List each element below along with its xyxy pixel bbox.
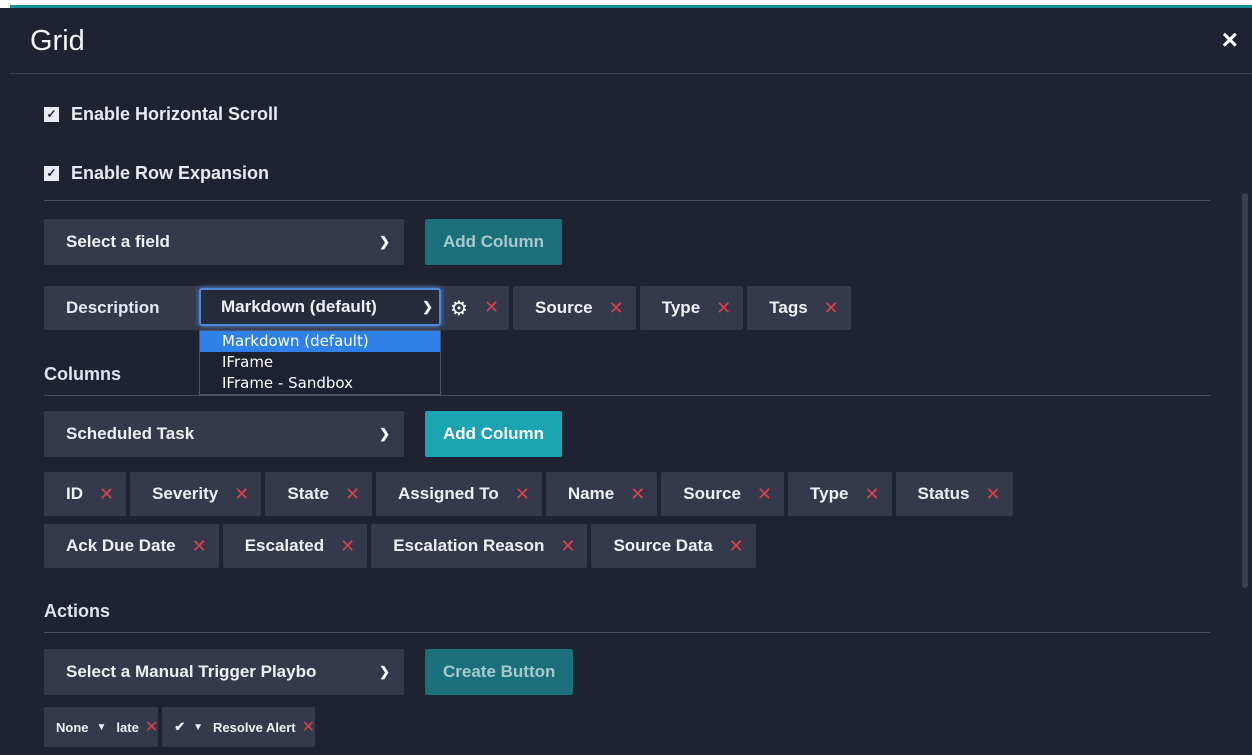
- action-chips: None ▼ late ✕ ✔ ▼ Resolve Alert ✕: [44, 707, 316, 747]
- column-chip: Severity ✕: [130, 472, 262, 516]
- expansion-chip-type: Type ✕: [639, 286, 744, 330]
- column-chip: ID ✕: [44, 472, 127, 516]
- chip-label: Type: [810, 484, 849, 503]
- remove-icon[interactable]: ✕: [484, 297, 499, 318]
- column-chip: Assigned To ✕: [376, 472, 542, 516]
- chip-label: Source: [535, 298, 593, 317]
- action-label: Resolve Alert: [213, 719, 296, 735]
- remove-icon[interactable]: ✕: [824, 298, 839, 319]
- row-expansion-checkbox[interactable]: ✓: [44, 166, 59, 181]
- remove-icon[interactable]: ✕: [340, 536, 355, 557]
- row-expansion-label: Enable Row Expansion: [71, 163, 270, 183]
- playbook-select[interactable]: Select a Manual Trigger Playbo ❯: [44, 649, 404, 695]
- remove-icon[interactable]: ✕: [716, 298, 731, 319]
- remove-icon[interactable]: ✕: [757, 484, 772, 505]
- chip-label: Tags: [769, 298, 808, 317]
- remove-icon[interactable]: ✕: [99, 484, 114, 505]
- column-chip: Name ✕: [545, 472, 658, 516]
- close-icon[interactable]: ×: [1222, 24, 1238, 56]
- remove-icon[interactable]: ✕: [345, 484, 360, 505]
- format-option-iframe-sandbox[interactable]: IFrame - Sandbox: [200, 373, 440, 394]
- column-chip: Source Data ✕: [591, 524, 756, 568]
- expansion-add-column-button[interactable]: Add Column: [425, 219, 563, 265]
- column-chip: Escalated ✕: [222, 524, 368, 568]
- remove-icon[interactable]: ✕: [192, 536, 207, 557]
- expansion-chip-source: Source ✕: [513, 286, 636, 330]
- expansion-field-select[interactable]: Select a field ❯: [44, 219, 404, 265]
- expansion-chips: Source ✕ Type ✕ Tags ✕: [513, 286, 851, 330]
- expansion-chip-tags: Tags ✕: [747, 286, 851, 330]
- horizontal-scroll-checkbox[interactable]: ✓: [44, 107, 59, 122]
- columns-section-label: Columns: [44, 364, 122, 384]
- remove-icon[interactable]: ✕: [986, 484, 1001, 505]
- row-expansion-option[interactable]: ✓ Enable Row Expansion: [44, 163, 269, 184]
- chip-label: ID: [66, 484, 83, 503]
- playbook-select-value: Select a Manual Trigger Playbo: [66, 662, 317, 681]
- chevron-down-icon: ❯: [422, 299, 433, 314]
- columns-add-column-button[interactable]: Add Column: [425, 411, 563, 457]
- chevron-down-icon: ❯: [379, 426, 390, 441]
- column-chip: State ✕: [265, 472, 373, 516]
- create-button[interactable]: Create Button: [425, 649, 574, 695]
- dialog-title: Grid: [30, 25, 85, 57]
- expansion-field-value: Select a field: [66, 232, 170, 251]
- chip-label: Escalated: [244, 536, 325, 555]
- remove-icon[interactable]: ✕: [515, 484, 530, 505]
- format-select[interactable]: Markdown (default) ❯: [199, 288, 441, 326]
- remove-icon[interactable]: ✕: [234, 484, 249, 505]
- caret-down-icon[interactable]: ▼: [193, 722, 203, 733]
- chevron-down-icon: ❯: [379, 664, 390, 679]
- remove-icon[interactable]: ✕: [630, 484, 645, 505]
- actions-section-label: Actions: [44, 601, 111, 621]
- caret-down-icon[interactable]: ▼: [97, 722, 107, 733]
- format-select-value: Markdown (default): [221, 297, 377, 316]
- column-chip: Type ✕: [788, 472, 892, 516]
- format-option-markdown[interactable]: Markdown (default): [200, 331, 440, 352]
- chip-label: Severity: [152, 484, 219, 503]
- expansion-chip-description: Description Markdown (default) ❯ ⚙ ✕: [44, 286, 509, 330]
- format-option-iframe[interactable]: IFrame: [200, 352, 440, 373]
- gear-icon[interactable]: ⚙: [450, 296, 468, 321]
- chip-label: Status: [917, 484, 970, 503]
- horizontal-scroll-option[interactable]: ✓ Enable Horizontal Scroll: [44, 104, 278, 125]
- column-chips-row-2: Ack Due Date ✕ Escalated ✕ Escalation Reas…: [44, 524, 756, 568]
- chip-label: Ack Due Date: [66, 536, 176, 555]
- column-chips-row-1: ID ✕ Severity ✕ State ✕ Assigned To ✕ Name ✕ …: [44, 472, 1013, 516]
- chevron-down-icon: ❯: [379, 234, 390, 249]
- action-icon-select[interactable]: None: [56, 720, 89, 735]
- remove-icon[interactable]: ✕: [145, 717, 158, 737]
- columns-field-value: Scheduled Task: [66, 424, 195, 443]
- action-chip: None ▼ late ✕: [44, 707, 159, 747]
- format-options-list: Markdown (default) IFrame IFrame - Sandb…: [199, 330, 441, 395]
- top-accent-bar: [0, 0, 1252, 8]
- chip-label: Assigned To: [398, 484, 499, 503]
- chip-label: State: [287, 484, 329, 503]
- grid-dialog: Grid × ✓ Enable Horizontal Scroll ✓ Enab…: [10, 8, 1252, 755]
- column-chip: Escalation Reason ✕: [371, 524, 588, 568]
- scrollbar[interactable]: [1242, 193, 1248, 588]
- remove-icon[interactable]: ✕: [302, 717, 315, 737]
- chip-label: Type: [661, 298, 701, 317]
- remove-icon[interactable]: ✕: [560, 536, 575, 557]
- horizontal-scroll-label: Enable Horizontal Scroll: [71, 104, 279, 124]
- chip-label: Source Data: [613, 536, 713, 555]
- column-chip: Status ✕: [895, 472, 1013, 516]
- chip-label: Name: [567, 484, 615, 503]
- columns-field-select[interactable]: Scheduled Task ❯: [44, 411, 404, 457]
- action-chip: ✔ ▼ Resolve Alert ✕: [162, 707, 316, 747]
- remove-icon[interactable]: ✕: [729, 536, 744, 557]
- divider: [44, 200, 1210, 201]
- remove-icon[interactable]: ✕: [864, 484, 879, 505]
- chip-label: Escalation Reason: [393, 536, 545, 555]
- dialog-header: Grid ×: [10, 8, 1252, 74]
- remove-icon[interactable]: ✕: [609, 298, 624, 319]
- divider: [44, 632, 1210, 633]
- column-chip: Ack Due Date ✕: [44, 524, 219, 568]
- action-label: late: [116, 719, 139, 735]
- chip-label: Source: [683, 484, 741, 503]
- column-chip: Source ✕: [661, 472, 785, 516]
- checkmark-icon[interactable]: ✔: [174, 719, 185, 735]
- chip-label: Description: [66, 298, 160, 317]
- divider: [44, 395, 1210, 396]
